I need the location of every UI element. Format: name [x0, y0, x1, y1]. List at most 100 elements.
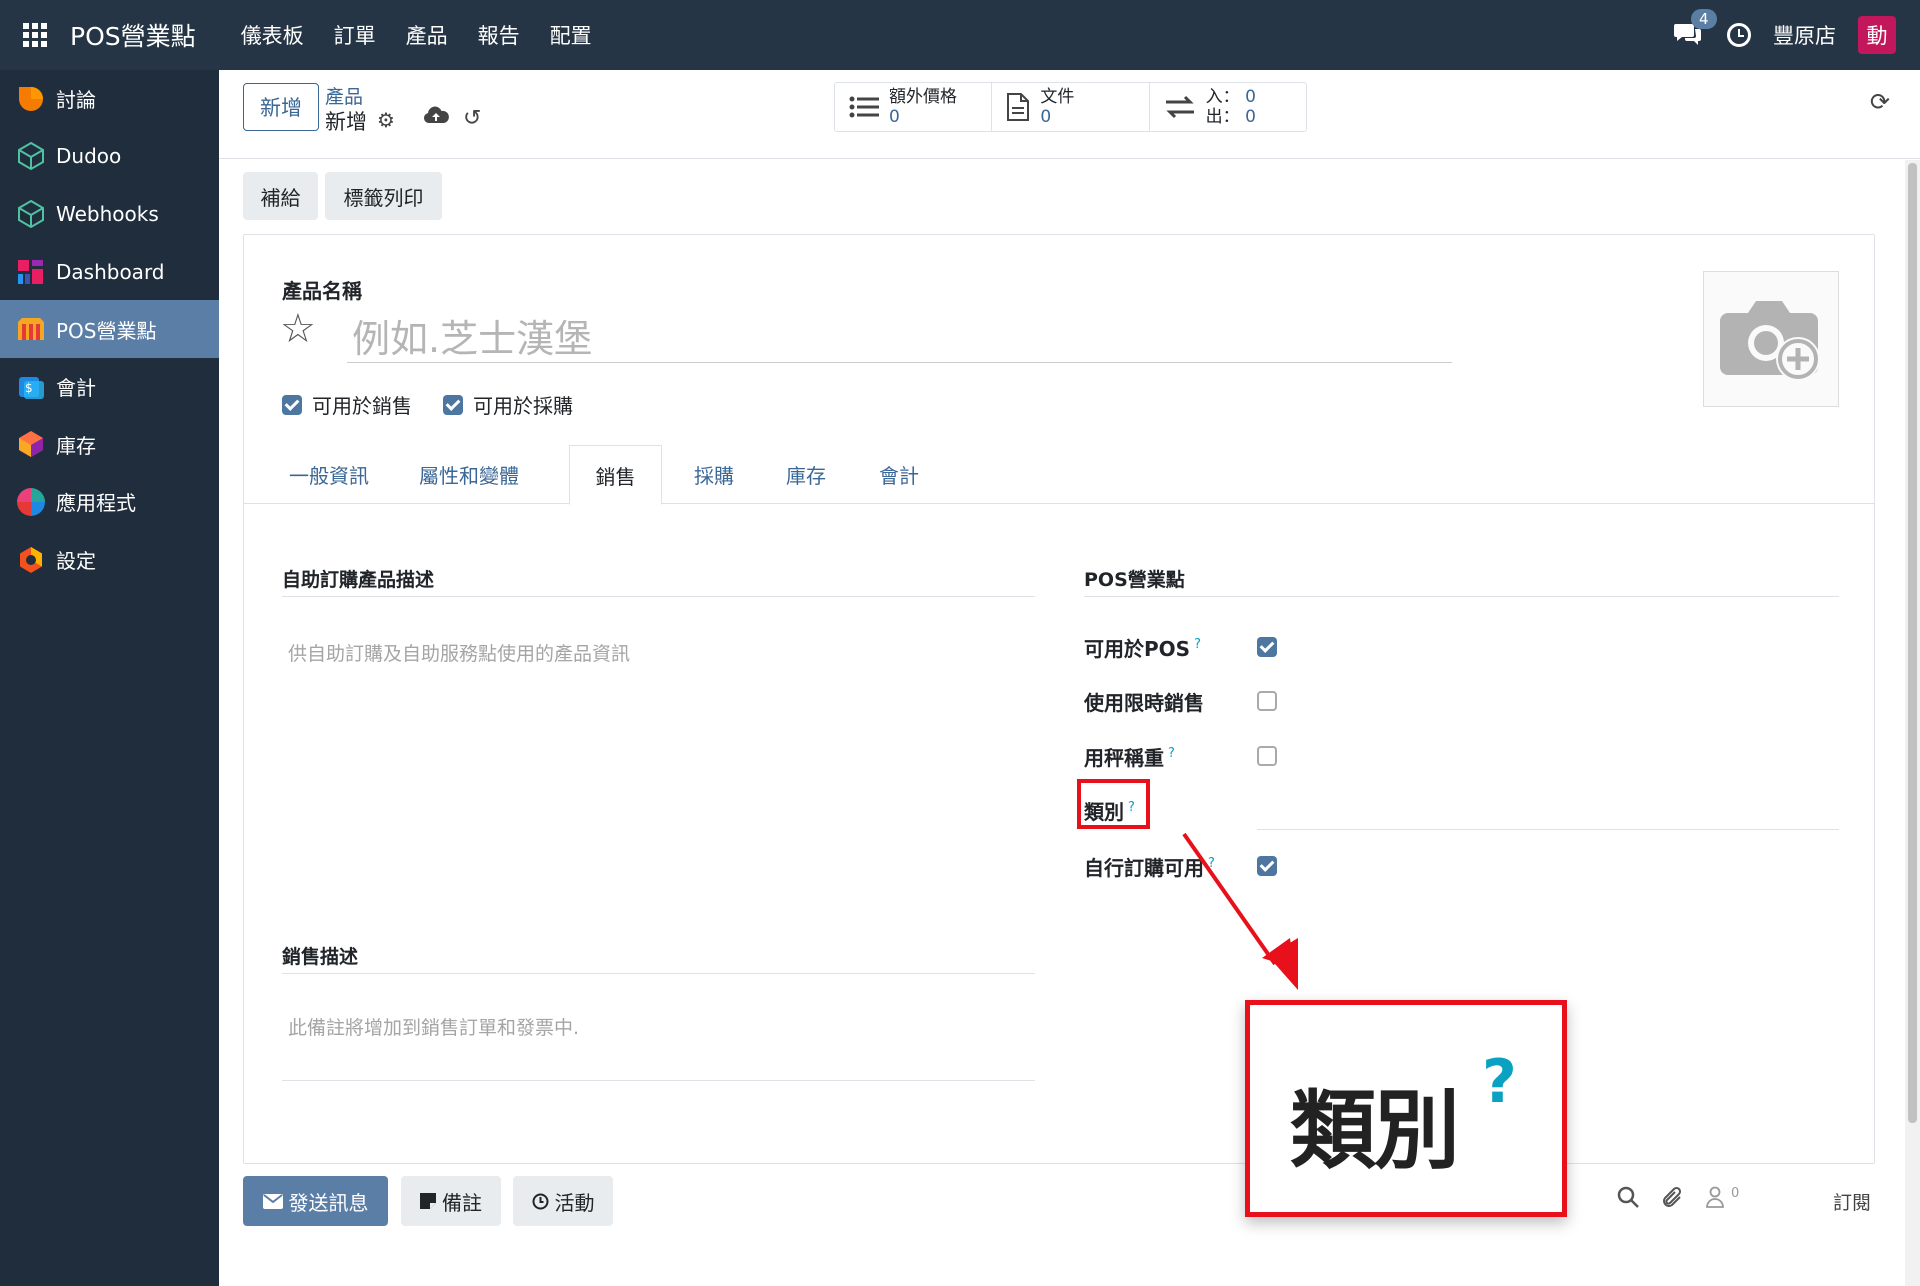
help-icon[interactable]: ? [1194, 637, 1201, 652]
cloud-upload-icon[interactable] [423, 106, 449, 124]
can-sell-checkbox-row[interactable]: 可用於銷售 [282, 390, 412, 419]
send-message-label: 發送訊息 [288, 1190, 369, 1215]
menu-orders[interactable]: 訂單 [319, 20, 391, 50]
user-avatar[interactable]: 動 [1858, 16, 1896, 54]
star-icon[interactable]: ☆ [280, 309, 316, 349]
category-input[interactable] [1257, 829, 1839, 830]
app-menu-icon[interactable] [0, 0, 70, 70]
apps-icon [17, 487, 45, 516]
out-value: 0 [1245, 107, 1256, 127]
form-sheet: 產品名稱 ☆ 例如.芝士漢堡 可用於銷售 可用於採購 一般資訊 屬性和變體 銷售… [243, 234, 1875, 1164]
sidebar-item-label: 討論 [56, 88, 96, 113]
tab-attributes-variants[interactable]: 屬性和變體 [399, 445, 539, 504]
sidebar-item-discuss[interactable]: 討論 [0, 70, 219, 128]
sidebar-item-webhooks[interactable]: Webhooks [0, 185, 219, 243]
in-out-button[interactable]: 入： 0 出： 0 [1150, 83, 1306, 131]
cube-icon [18, 142, 44, 171]
sidebar-item-apps[interactable]: 應用程式 [0, 473, 219, 531]
search-icon[interactable] [1617, 1186, 1639, 1214]
print-labels-button[interactable]: 標籤列印 [325, 172, 442, 220]
red-arrow-annotation [1182, 832, 1298, 990]
can-sell-checkbox[interactable] [282, 394, 302, 415]
sidebar-item-label: 庫存 [56, 433, 96, 458]
tab-general-info[interactable]: 一般資訊 [274, 445, 384, 504]
messaging-icon[interactable]: 4 [1673, 9, 1717, 49]
tab-sales[interactable]: 銷售 [569, 445, 662, 505]
accounting-icon: $ [19, 376, 44, 399]
sidebar-item-settings[interactable]: 設定 [0, 531, 219, 589]
activity-button[interactable]: 活動 [513, 1176, 613, 1226]
menu-configuration[interactable]: 配置 [535, 20, 607, 50]
replenish-button[interactable]: 補給 [243, 172, 318, 220]
log-note-button[interactable]: 備註 [401, 1176, 501, 1226]
can-sell-label: 可用於銷售 [312, 394, 412, 418]
self-order-section-title: 自助訂購產品描述 [282, 565, 1035, 597]
documents-button[interactable]: 文件 0 [992, 83, 1150, 131]
inventory-icon [19, 431, 43, 458]
activity-clock-icon[interactable] [1727, 23, 1751, 47]
can-purchase-checkbox-row[interactable]: 可用於採購 [443, 390, 573, 419]
category-highlight-box [1077, 779, 1150, 829]
gear-icon[interactable]: ⚙ [377, 108, 395, 132]
available-in-pos-checkbox[interactable] [1257, 637, 1277, 657]
new-button[interactable]: 新增 [243, 83, 319, 131]
sidebar-item-pos[interactable]: POS營業點 [0, 300, 219, 358]
sidebar-item-label: POS營業點 [56, 318, 157, 343]
document-icon [1007, 93, 1030, 121]
menu-dashboard[interactable]: 儀表板 [226, 20, 319, 50]
tab-accounting[interactable]: 會計 [864, 445, 934, 504]
sidebar-item-dashboard[interactable]: Dashboard [0, 243, 219, 301]
pos-icon [18, 318, 44, 341]
to-weigh-text: 用秤稱重 [1084, 746, 1164, 770]
discard-icon[interactable]: ↺ [463, 106, 481, 131]
can-purchase-checkbox[interactable] [443, 394, 463, 415]
menu-reports[interactable]: 報告 [463, 20, 535, 50]
tab-purchase[interactable]: 採購 [679, 445, 749, 504]
sidebar-item-dudoo[interactable]: Dudoo [0, 128, 219, 186]
clock-icon [532, 1193, 548, 1209]
sidebar-item-label: Webhooks [56, 201, 159, 226]
dashboard-icon [18, 259, 43, 284]
zoomed-help-icon: ? [1482, 1047, 1517, 1117]
sales-description-input[interactable]: 此備註將增加到銷售訂單和發票中. [288, 1013, 579, 1040]
sidebar-item-label: Dudoo [56, 144, 122, 169]
product-image-upload[interactable] [1703, 271, 1839, 407]
in-label: 入： [1205, 87, 1240, 107]
to-weigh-checkbox[interactable] [1257, 746, 1277, 766]
control-panel: 新增 產品 新增 ⚙ ↺ 額外價格 0 文件 0 入： 0 出： 0 ⟳ [219, 70, 1920, 159]
product-name-label: 產品名稱 [282, 279, 362, 303]
app-brand[interactable]: POS營業點 [70, 17, 196, 53]
paperclip-icon[interactable] [1662, 1186, 1684, 1216]
cube-icon [18, 199, 44, 229]
note-icon [420, 1193, 436, 1209]
scrollbar[interactable] [1905, 160, 1920, 1286]
stat-button-box: 額外價格 0 文件 0 入： 0 出： 0 [834, 82, 1307, 132]
menu-products[interactable]: 產品 [391, 20, 463, 50]
timed-sale-checkbox[interactable] [1257, 691, 1277, 711]
product-name-input[interactable]: 例如.芝士漢堡 [347, 308, 1452, 363]
company-switcher[interactable]: 豐原店 [1773, 20, 1836, 50]
can-purchase-label: 可用於採購 [473, 394, 573, 418]
self-order-description-input[interactable]: 供自助訂購及自助服務點使用的產品資訊 [288, 639, 630, 666]
documents-label: 文件 [1040, 87, 1075, 107]
followers-icon[interactable]: 0 [1706, 1186, 1739, 1214]
followers-count: 0 [1731, 1186, 1740, 1201]
sidebar-item-inventory[interactable]: 庫存 [0, 416, 219, 474]
zoomed-category-callout: 類別 ? [1245, 1000, 1567, 1217]
documents-value: 0 [1040, 107, 1052, 127]
extra-price-button[interactable]: 額外價格 0 [835, 83, 993, 131]
scrollbar-thumb[interactable] [1908, 163, 1917, 1123]
subscribe-button[interactable]: 訂閱 [1833, 1188, 1871, 1215]
list-icon [849, 96, 879, 118]
camera-plus-icon [1720, 301, 1820, 381]
help-icon[interactable]: ? [1168, 746, 1175, 761]
transfer-arrows-icon [1165, 95, 1194, 119]
tab-inventory[interactable]: 庫存 [771, 445, 841, 504]
send-message-button[interactable]: 發送訊息 [243, 1176, 388, 1226]
sidebar-item-accounting[interactable]: $ 會計 [0, 358, 219, 416]
extra-price-value: 0 [889, 107, 900, 127]
sidebar-item-label: 會計 [56, 376, 96, 401]
refresh-icon[interactable]: ⟳ [1870, 88, 1890, 116]
zoomed-category-label: 類別 [1290, 1081, 1460, 1181]
breadcrumb-parent[interactable]: 產品 [325, 82, 363, 109]
